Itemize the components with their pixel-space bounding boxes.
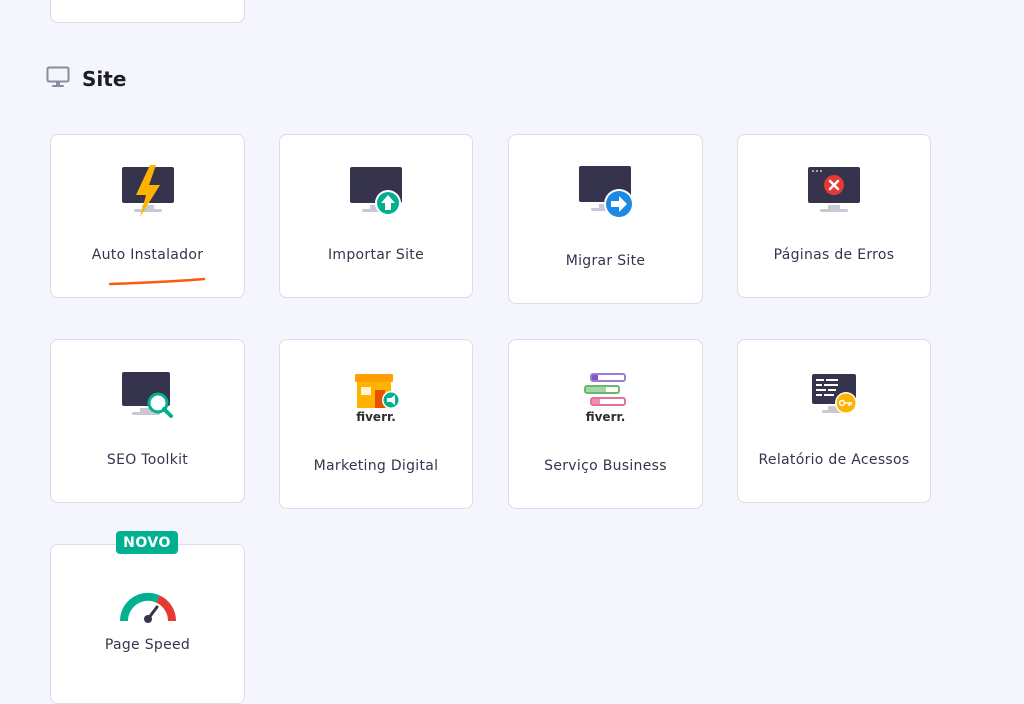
card-importar-site[interactable]: Importar Site [279, 134, 473, 298]
page-speed-icon [116, 577, 180, 637]
card-marketing-digital[interactable]: fiverr. Marketing Digital [279, 339, 473, 509]
fiverr-business-icon: fiverr. [574, 366, 638, 430]
card-label: Marketing Digital [313, 458, 439, 474]
card-servico-business[interactable]: fiverr. Serviço Business [508, 339, 703, 509]
monitor-icon [46, 66, 70, 92]
card-label: Relatório de Acessos [758, 452, 910, 468]
fiverr-marketing-icon: fiverr. [344, 366, 408, 430]
section-header: Site [46, 64, 126, 94]
import-site-icon [344, 161, 408, 225]
card-auto-instalador[interactable]: Auto Instalador [50, 134, 245, 298]
new-badge: NOVO [116, 531, 178, 554]
card-page-speed[interactable]: Page Speed [50, 544, 245, 704]
migrate-site-icon [574, 161, 638, 225]
seo-toolkit-icon [116, 366, 180, 430]
error-pages-icon [802, 161, 866, 225]
access-report-icon [802, 366, 866, 430]
card-label: SEO Toolkit [106, 452, 189, 468]
partial-card-top[interactable] [50, 0, 245, 23]
fiverr-logo: fiverr. [585, 410, 626, 424]
orange-underline-annotation [108, 277, 206, 286]
card-label: Serviço Business [544, 458, 667, 474]
card-label: Importar Site [327, 247, 425, 263]
card-migrar-site[interactable]: Migrar Site [508, 134, 703, 304]
card-label: Auto Instalador [91, 247, 204, 263]
card-paginas-de-erros[interactable]: Páginas de Erros [737, 134, 931, 298]
card-label: Páginas de Erros [773, 247, 895, 263]
card-relatorio-de-acessos[interactable]: Relatório de Acessos [737, 339, 931, 503]
card-seo-toolkit[interactable]: SEO Toolkit [50, 339, 245, 503]
auto-installer-icon [116, 161, 180, 225]
card-label: Page Speed [104, 637, 191, 653]
fiverr-logo: fiverr. [356, 410, 396, 424]
section-title: Site [82, 67, 127, 91]
card-label: Migrar Site [565, 253, 646, 269]
